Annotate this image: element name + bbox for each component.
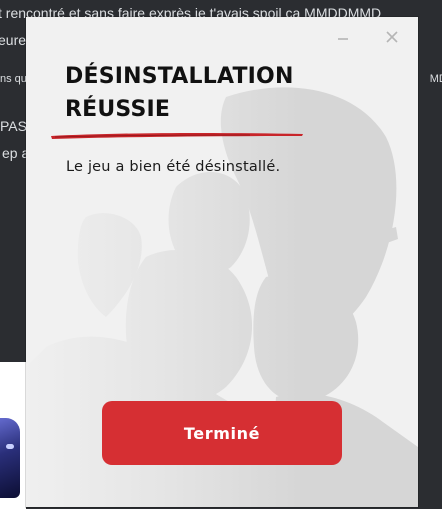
chat-line: MDM [429, 73, 442, 85]
minimize-button[interactable] [332, 27, 354, 49]
chat-line: ns qu [0, 73, 27, 85]
character-visor [6, 444, 14, 449]
done-button[interactable]: Terminé [102, 401, 342, 465]
dialog-title: DÉSINSTALLATION RÉUSSIE [65, 64, 294, 122]
chat-line: eure [0, 32, 27, 48]
uninstall-dialog: DÉSINSTALLATION RÉUSSIE Le jeu a bien ét… [26, 17, 418, 507]
close-icon [386, 31, 398, 43]
character-figure [0, 418, 20, 498]
chat-line: PAS [0, 118, 27, 134]
background-image [0, 362, 26, 509]
close-button[interactable] [381, 27, 403, 49]
title-underline-stroke [51, 132, 303, 139]
minimize-icon [338, 38, 348, 40]
dialog-message: Le jeu a bien été désinstallé. [66, 159, 281, 175]
